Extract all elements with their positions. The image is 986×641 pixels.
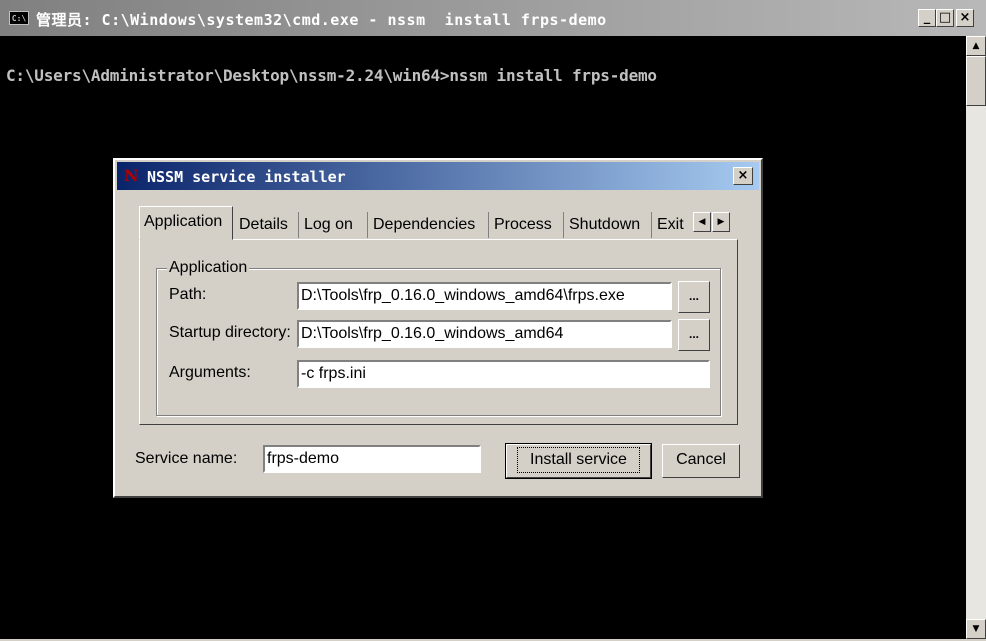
tab-shutdown[interactable]: Shutdown — [565, 212, 652, 238]
cmd-title-bar[interactable]: C:\ 管理员: C:\Windows\system32\cmd.exe - n… — [0, 0, 986, 36]
close-button[interactable]: × — [956, 9, 974, 27]
arguments-input[interactable]: -c frps.ini — [297, 360, 710, 388]
minimize-button[interactable]: _ — [918, 9, 936, 27]
tab-process[interactable]: Process — [490, 212, 564, 238]
console-command-line: C:\Users\Administrator\Desktop\nssm-2.24… — [6, 66, 657, 85]
startup-directory-input[interactable]: D:\Tools\frp_0.16.0_windows_amd64 — [297, 320, 672, 348]
dialog-close-button[interactable]: × — [733, 167, 753, 185]
scroll-down-icon[interactable]: ▼ — [966, 619, 986, 639]
startup-directory-browse-button[interactable]: ... — [678, 319, 710, 351]
tab-scroll-right-icon[interactable]: ▶ — [712, 212, 730, 232]
path-label: Path: — [169, 286, 207, 303]
nssm-logo-icon: N — [124, 166, 139, 185]
service-name-label: Service name: — [135, 450, 238, 467]
application-tab-panel: Application Path: D:\Tools\frp_0.16.0_wi… — [139, 239, 738, 425]
path-input[interactable]: D:\Tools\frp_0.16.0_windows_amd64\frps.e… — [297, 282, 672, 310]
tab-strip: Application Details Log on Dependencies … — [139, 206, 719, 240]
path-browse-button[interactable]: ... — [678, 281, 710, 313]
group-label: Application — [167, 259, 250, 277]
install-service-label: Install service — [517, 447, 640, 473]
tab-application[interactable]: Application — [139, 206, 233, 240]
nssm-dialog: N NSSM service installer × Application D… — [113, 158, 763, 498]
cmd-window-icon[interactable]: C:\ — [9, 11, 29, 25]
dialog-title-bar[interactable]: N NSSM service installer × — [117, 162, 759, 190]
install-service-button[interactable]: Install service — [505, 443, 652, 479]
arguments-label: Arguments: — [169, 364, 251, 381]
maximize-button[interactable]: □ — [936, 9, 954, 27]
vertical-scrollbar[interactable]: ▲ ▼ — [966, 36, 986, 639]
tab-scroll-left-icon[interactable]: ◀ — [693, 212, 711, 232]
scroll-thumb[interactable] — [966, 56, 986, 106]
dialog-title: NSSM service installer — [147, 168, 346, 186]
tab-dependencies[interactable]: Dependencies — [369, 212, 489, 238]
cmd-window-title: 管理员: C:\Windows\system32\cmd.exe - nssm … — [36, 11, 607, 29]
tab-exit[interactable]: Exit — [653, 212, 691, 238]
service-name-input[interactable]: frps-demo — [263, 445, 481, 473]
startup-directory-label: Startup directory: — [169, 324, 291, 341]
tab-log-on[interactable]: Log on — [300, 212, 368, 238]
tab-details[interactable]: Details — [235, 212, 299, 238]
scroll-up-icon[interactable]: ▲ — [966, 36, 986, 56]
cancel-button[interactable]: Cancel — [662, 444, 740, 478]
